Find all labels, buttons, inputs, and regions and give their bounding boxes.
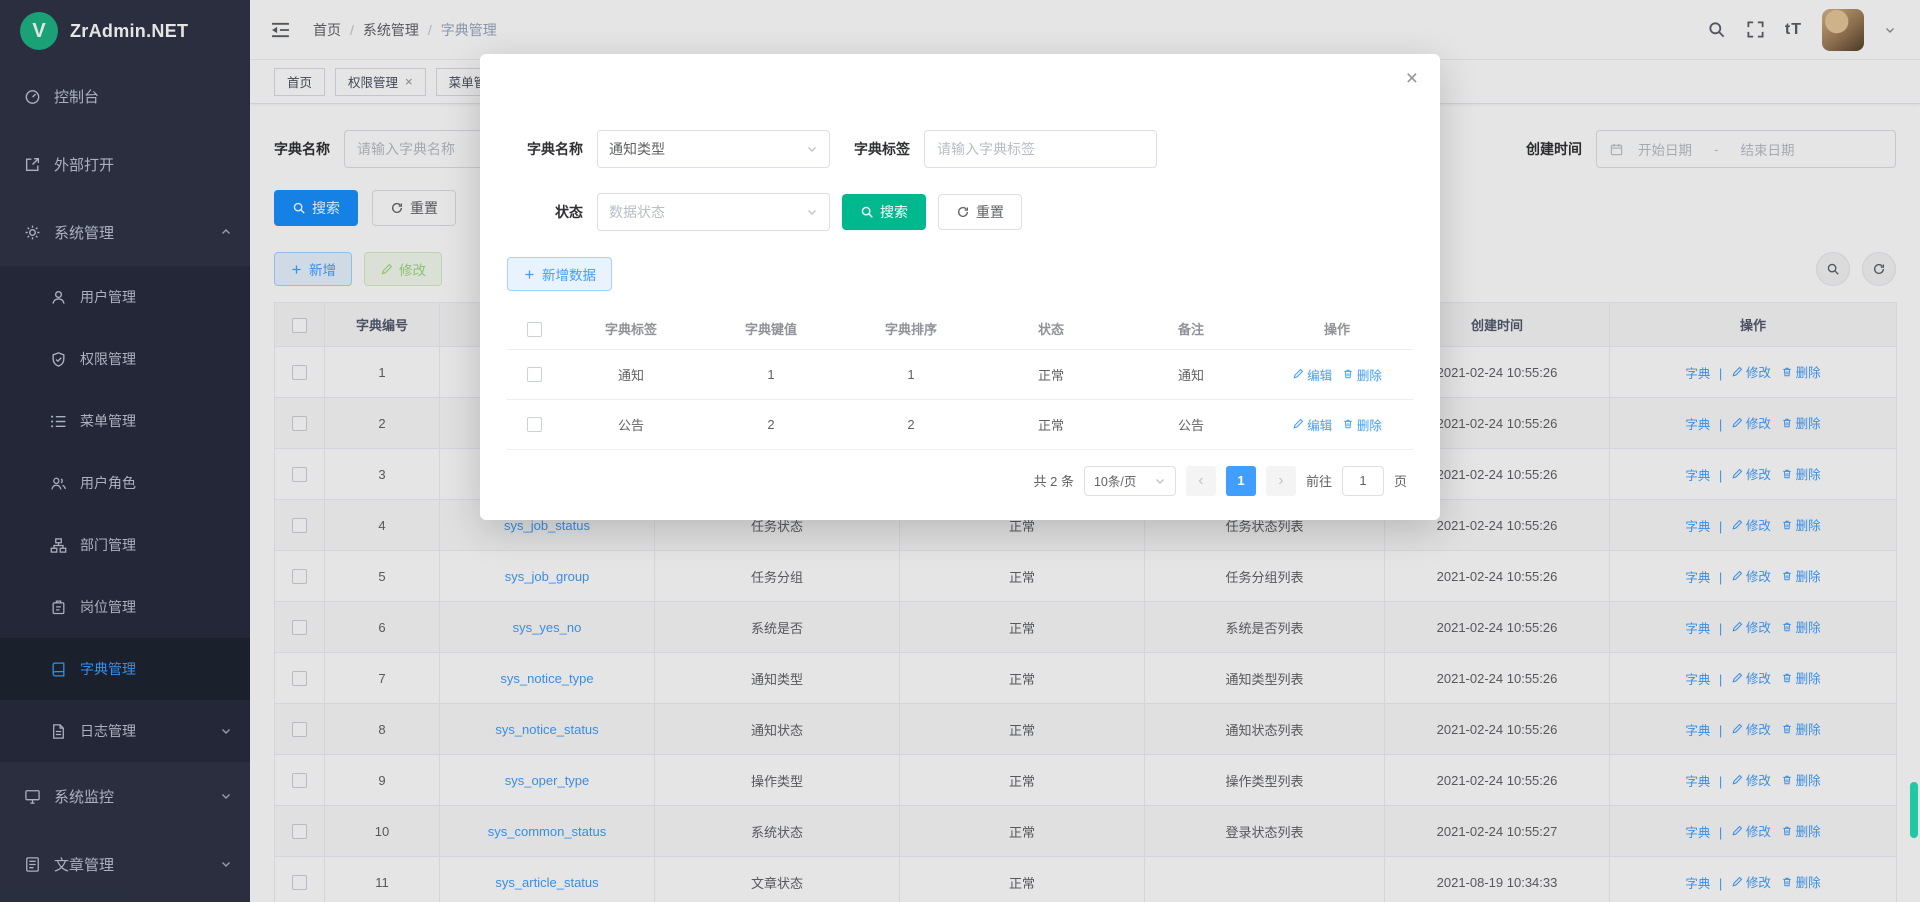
goto-label: 前往 bbox=[1306, 471, 1332, 490]
cell-dict-value: 1 bbox=[701, 349, 841, 399]
row-checkbox[interactable] bbox=[527, 367, 542, 382]
dict-label-label: 字典标签 bbox=[854, 139, 910, 159]
cell-dict-label: 公告 bbox=[561, 399, 701, 449]
dict-data-column-header: 状态 bbox=[981, 309, 1121, 349]
cell-dict-value: 2 bbox=[701, 399, 841, 449]
cell-dict-sort: 1 bbox=[841, 349, 981, 399]
delete-link-label: 删除 bbox=[1357, 365, 1382, 384]
refresh-icon bbox=[956, 205, 970, 219]
cell-status: 正常 bbox=[981, 349, 1121, 399]
page-size-select[interactable]: 10条/页 bbox=[1084, 466, 1176, 496]
goto-suffix: 页 bbox=[1394, 471, 1407, 490]
dict-data-column-header: 操作 bbox=[1261, 309, 1413, 349]
dict-name-select[interactable]: 通知类型 bbox=[597, 130, 830, 168]
edit-link-label: 编辑 bbox=[1307, 365, 1332, 384]
dict-data-column-header: 字典键值 bbox=[701, 309, 841, 349]
modal-filter-row-1: 字典名称 通知类型 字典标签 bbox=[507, 130, 1413, 168]
trash-icon bbox=[1342, 368, 1354, 380]
dict-data-dialog: × 字典名称 通知类型 字典标签 状态 数据状态 搜索 重置 bbox=[480, 54, 1440, 520]
pencil-icon bbox=[1292, 418, 1304, 430]
status-label: 状态 bbox=[507, 202, 583, 222]
modal-reset-button[interactable]: 重置 bbox=[938, 194, 1022, 230]
pagination-total: 共 2 条 bbox=[1034, 471, 1074, 490]
pagination: 共 2 条 10条/页 ‹ 1 › 前往 页 bbox=[507, 466, 1413, 496]
delete-link[interactable]: 删除 bbox=[1342, 415, 1382, 434]
dict-label-input[interactable] bbox=[924, 130, 1157, 168]
dict-data-column-header: 字典排序 bbox=[841, 309, 981, 349]
dict-data-column-header: 字典标签 bbox=[561, 309, 701, 349]
edit-link[interactable]: 编辑 bbox=[1292, 415, 1332, 434]
delete-link-label: 删除 bbox=[1357, 415, 1382, 434]
page-size-value: 10条/页 bbox=[1094, 471, 1136, 490]
select-all-checkbox[interactable] bbox=[527, 322, 542, 337]
trash-icon bbox=[1342, 418, 1354, 430]
cell-remark: 通知 bbox=[1121, 349, 1261, 399]
dict-name-select-value: 通知类型 bbox=[609, 139, 665, 159]
chevron-down-icon bbox=[806, 206, 818, 218]
dict-data-column-header: 备注 bbox=[1121, 309, 1261, 349]
chevron-left-icon: ‹ bbox=[1198, 472, 1203, 490]
current-page-button[interactable]: 1 bbox=[1226, 466, 1256, 496]
row-checkbox[interactable] bbox=[527, 417, 542, 432]
modal-filter-row-2: 状态 数据状态 搜索 重置 bbox=[507, 193, 1413, 231]
dict-data-row: 通知 1 1 正常 通知 编辑 删除 bbox=[507, 349, 1413, 399]
edit-link-label: 编辑 bbox=[1307, 415, 1332, 434]
cell-remark: 公告 bbox=[1121, 399, 1261, 449]
dict-data-header-row: 字典标签 字典键值 字典排序 状态 备注 操作 bbox=[507, 309, 1413, 349]
plus-icon bbox=[523, 268, 536, 281]
cell-dict-sort: 2 bbox=[841, 399, 981, 449]
cell-dict-label: 通知 bbox=[561, 349, 701, 399]
delete-link[interactable]: 删除 bbox=[1342, 365, 1382, 384]
dict-data-table: 字典标签 字典键值 字典排序 状态 备注 操作 bbox=[507, 309, 1413, 450]
modal-reset-button-label: 重置 bbox=[976, 202, 1004, 222]
pencil-icon bbox=[1292, 368, 1304, 380]
chevron-down-icon bbox=[806, 143, 818, 155]
modal-search-button[interactable]: 搜索 bbox=[842, 194, 926, 230]
dict-name-label: 字典名称 bbox=[507, 139, 583, 159]
edit-link[interactable]: 编辑 bbox=[1292, 365, 1332, 384]
scrollbar-thumb[interactable] bbox=[1910, 782, 1918, 838]
status-select[interactable]: 数据状态 bbox=[597, 193, 830, 231]
cell-actions: 编辑 删除 bbox=[1261, 399, 1413, 449]
modal-search-button-label: 搜索 bbox=[880, 202, 908, 222]
dict-data-row: 公告 2 2 正常 公告 编辑 删除 bbox=[507, 399, 1413, 449]
add-data-button[interactable]: 新增数据 bbox=[507, 257, 612, 291]
modal-overlay: × 字典名称 通知类型 字典标签 状态 数据状态 搜索 重置 bbox=[0, 0, 1920, 902]
goto-page-input[interactable] bbox=[1342, 466, 1384, 496]
chevron-down-icon bbox=[1154, 475, 1166, 487]
search-icon bbox=[860, 205, 874, 219]
prev-page-button[interactable]: ‹ bbox=[1186, 466, 1216, 496]
cell-status: 正常 bbox=[981, 399, 1121, 449]
next-page-button[interactable]: › bbox=[1266, 466, 1296, 496]
close-icon[interactable]: × bbox=[1406, 68, 1418, 89]
chevron-right-icon: › bbox=[1278, 472, 1283, 490]
cell-actions: 编辑 删除 bbox=[1261, 349, 1413, 399]
add-data-button-label: 新增数据 bbox=[542, 264, 596, 284]
status-select-placeholder: 数据状态 bbox=[609, 202, 665, 222]
